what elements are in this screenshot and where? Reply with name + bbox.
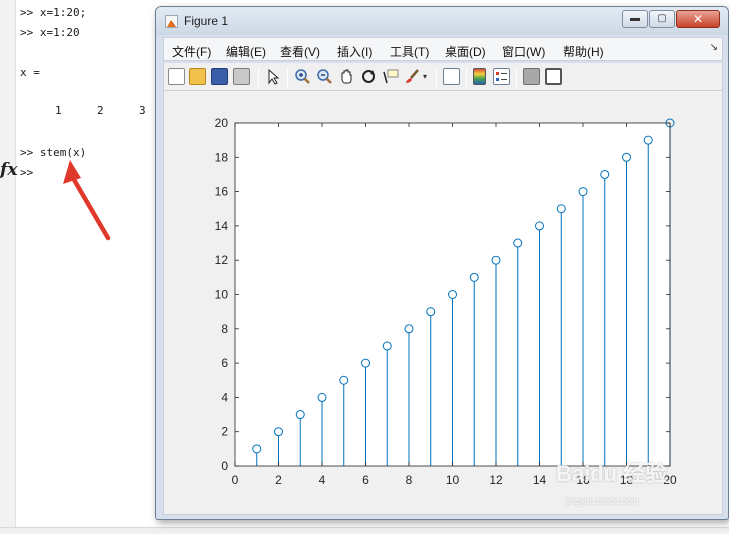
x-tick-label: 8 (406, 473, 413, 487)
y-tick-label: 4 (221, 390, 228, 404)
menu-insert[interactable]: 插入(I) (337, 43, 372, 60)
baidu-watermark-url: jingyan.baidu.com (566, 496, 639, 506)
history-line: >> x=1:20 (20, 26, 80, 39)
pointer-icon[interactable] (265, 68, 282, 85)
save-icon[interactable] (211, 68, 228, 85)
brush-shape (406, 69, 419, 83)
annotation-arrow-icon (63, 160, 111, 241)
y-tick-label: 2 (221, 425, 228, 439)
menu-file[interactable]: 文件(F) (172, 43, 211, 60)
y-tick-label: 20 (215, 116, 229, 130)
x-tick-label: 2 (275, 473, 282, 487)
command-line: >> stem(x) (20, 146, 87, 159)
show-tools-icon[interactable] (545, 68, 562, 85)
brush-dropdown-icon[interactable]: ▾ (423, 68, 431, 85)
pan-hand-shape (341, 69, 352, 84)
data-cursor-icon[interactable] (382, 68, 399, 85)
x-tick-label: 14 (533, 473, 547, 487)
toolbar-separator (466, 67, 467, 87)
menu-bar: 文件(F) 编辑(E) 查看(V) 插入(I) 工具(T) 桌面(D) 窗口(W… (163, 37, 723, 61)
colorbar-icon[interactable] (473, 68, 486, 85)
open-file-icon[interactable] (189, 68, 206, 85)
y-tick-label: 18 (215, 150, 229, 164)
function-browser-icon[interactable]: fx (0, 160, 17, 180)
output-value: 2 (97, 104, 104, 117)
y-tick-label: 14 (215, 219, 229, 233)
y-tick-label: 16 (215, 185, 229, 199)
y-tick-label: 8 (221, 322, 228, 336)
figure-canvas[interactable]: 0 2 4 6 8 10 12 14 16 18 20 0 2 4 6 8 10 12 14 16 18 20 (163, 91, 723, 515)
legend-shape (496, 72, 507, 81)
zoom-in-shape (295, 69, 310, 84)
new-figure-icon[interactable] (168, 68, 185, 85)
toolbar-separator (436, 67, 437, 87)
rotate-3d-shape (362, 70, 375, 83)
maximize-button[interactable]: ▢ (649, 10, 675, 28)
baidu-watermark: Baidu 经验 (556, 461, 668, 486)
close-button[interactable]: ✕ (676, 10, 720, 28)
x-tick-label: 0 (232, 473, 239, 487)
toolbar-separator (516, 67, 517, 87)
menu-desktop[interactable]: 桌面(D) (445, 43, 486, 60)
link-plot-icon[interactable] (443, 68, 460, 85)
output-value: 1 (55, 104, 62, 117)
pan-hand-icon[interactable] (338, 68, 355, 85)
figure-toolbar: ▾ (163, 63, 723, 91)
stem-plot[interactable]: 0 2 4 6 8 10 12 14 16 18 2002468101214161820 (164, 91, 722, 515)
zoom-in-icon[interactable] (294, 68, 311, 85)
menu-tools[interactable]: 工具(T) (390, 43, 429, 60)
hide-tools-icon[interactable] (523, 68, 540, 85)
matlab-logo-icon (165, 15, 178, 28)
command-window-gutter (0, 0, 16, 534)
legend-icon[interactable] (493, 68, 510, 85)
menu-help[interactable]: 帮助(H) (563, 43, 604, 60)
menu-window[interactable]: 窗口(W) (502, 43, 545, 60)
pointer-shape (268, 68, 280, 85)
menu-view[interactable]: 查看(V) (280, 43, 320, 60)
x-tick-label: 12 (489, 473, 503, 487)
command-prompt[interactable]: >> (20, 166, 33, 179)
history-line: >> x=1:20; (20, 6, 87, 19)
y-tick-label: 0 (221, 459, 228, 473)
menu-edit[interactable]: 编辑(E) (226, 43, 266, 60)
toolbar-separator (258, 67, 259, 87)
title-bar[interactable]: Figure 1 ▬ ▢ ✕ (156, 7, 728, 35)
data-cursor-shape (383, 69, 399, 84)
rotate-3d-icon[interactable] (360, 68, 377, 85)
zoom-out-shape (317, 69, 332, 84)
dock-icon[interactable]: ↘ (710, 42, 718, 53)
x-tick-label: 10 (446, 473, 460, 487)
arrow-shaft (70, 175, 111, 241)
window-title: Figure 1 (184, 14, 229, 28)
zoom-out-icon[interactable] (316, 68, 333, 85)
status-bar (0, 527, 729, 534)
brush-icon[interactable] (404, 68, 421, 85)
y-tick-label: 10 (215, 288, 229, 302)
x-tick-label: 6 (362, 473, 369, 487)
print-icon[interactable] (233, 68, 250, 85)
minimize-button[interactable]: ▬ (622, 10, 648, 28)
matlab-logo-shape (167, 20, 176, 27)
x-tick-label: 4 (319, 473, 326, 487)
y-tick-label: 12 (215, 253, 229, 267)
figure-window[interactable]: Figure 1 ▬ ▢ ✕ 文件(F) 编辑(E) 查看(V) 插入(I) 工… (155, 6, 729, 520)
y-tick-label: 6 (221, 356, 228, 370)
variable-label: x = (20, 66, 40, 79)
output-value: 3 (139, 104, 146, 117)
toolbar-separator (287, 67, 288, 87)
